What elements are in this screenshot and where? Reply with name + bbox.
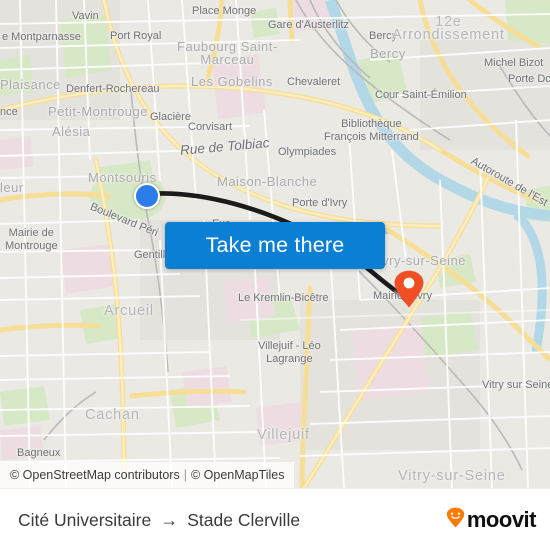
- app-root: Vavin Place Monge Gare d'Austerlitz Bercy 12…: [0, 0, 550, 550]
- take-me-there-button[interactable]: Take me there: [165, 222, 385, 269]
- moovit-logo[interactable]: moovit: [446, 507, 537, 533]
- take-me-there-label: Take me there: [205, 233, 345, 257]
- origin-marker[interactable]: [134, 183, 160, 209]
- moovit-pin-icon: [446, 507, 465, 533]
- attribution-osm[interactable]: © OpenStreetMap contributors: [10, 468, 180, 482]
- route-destination-label: Stade Clerville: [187, 509, 301, 530]
- attribution-maptiles[interactable]: © OpenMapTiles: [191, 468, 285, 482]
- attribution-separator: |: [183, 468, 187, 482]
- destination-pin[interactable]: [393, 270, 425, 308]
- route-origin-label: Cité Universitaire: [18, 509, 152, 530]
- map-attribution: © OpenStreetMap contributors | © OpenMap…: [0, 462, 295, 488]
- arrow-right-icon: →: [160, 510, 179, 530]
- footer-bar: Cité Universitaire → Stade Clerville moo…: [0, 488, 550, 550]
- moovit-wordmark: moovit: [466, 507, 537, 532]
- route-summary: Cité Universitaire → Stade Clerville: [18, 510, 300, 531]
- map-canvas[interactable]: Vavin Place Monge Gare d'Austerlitz Bercy 12…: [0, 0, 550, 488]
